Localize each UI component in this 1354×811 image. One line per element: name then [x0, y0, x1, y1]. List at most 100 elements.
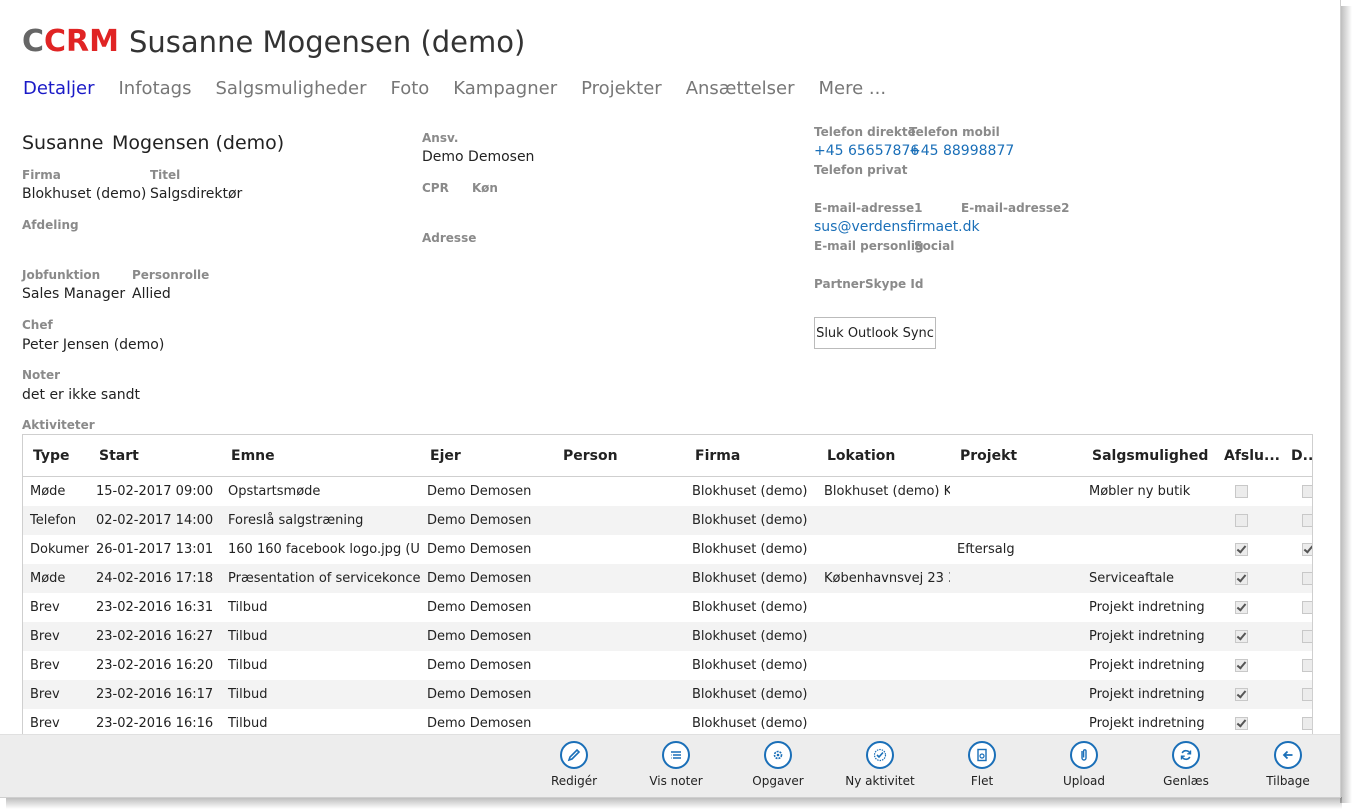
tab-detaljer[interactable]: Detaljer [23, 78, 95, 99]
genlaes-button[interactable]: Genlæs [1141, 741, 1231, 788]
afsluttet-checkbox[interactable] [1235, 572, 1248, 585]
tab-projekter[interactable]: Projekter [581, 78, 662, 99]
cell-person [553, 506, 685, 535]
jobfunktion-label: Jobfunktion [22, 268, 101, 282]
cell-salg: Møbler ny butik [1082, 476, 1214, 506]
table-row[interactable]: Brev 23-02-2016 16:17 Tilbud Demo Demosen Bl… [23, 680, 1312, 709]
tlf-direkte-link[interactable]: +45 65657876 [814, 143, 919, 159]
vis-noter-button[interactable]: Vis noter [631, 741, 721, 788]
d-checkbox[interactable] [1302, 717, 1312, 730]
col-header-projekt[interactable]: Projekt [950, 435, 1082, 477]
social-label: Social [914, 239, 955, 253]
d-checkbox[interactable] [1302, 572, 1312, 585]
table-row[interactable]: Brev 23-02-2016 16:27 Tilbud Demo Demosen Bl… [23, 622, 1312, 651]
cell-person [553, 476, 685, 506]
d-checkbox[interactable] [1302, 514, 1312, 527]
col-header-start[interactable]: Start [89, 435, 221, 477]
col-header-person[interactable]: Person [553, 435, 685, 477]
cell-d [1281, 535, 1312, 564]
tab-kampagner[interactable]: Kampagner [453, 78, 557, 99]
col-header-lokation[interactable]: Lokation [817, 435, 950, 477]
cell-firma: Blokhuset (demo) [685, 564, 817, 593]
chef-label: Chef [22, 318, 53, 332]
noter-value: det er ikke sandt [22, 387, 141, 403]
merge-document-icon [968, 741, 996, 769]
afsluttet-checkbox[interactable] [1235, 485, 1248, 498]
d-checkbox[interactable] [1302, 485, 1312, 498]
table-row[interactable]: Møde 15-02-2017 09:00 Opstartsmøde Demo Dem… [23, 476, 1312, 506]
col-header-firma[interactable]: Firma [685, 435, 817, 477]
bottom-toolbar: Redigér Vis noter Opgaver Ny aktivitet F… [0, 734, 1340, 797]
titel-label: Titel [150, 168, 181, 182]
cell-firma: Blokhuset (demo) [685, 651, 817, 680]
cell-emne: Opstartsmøde [221, 476, 420, 506]
flet-button[interactable]: Flet [937, 741, 1027, 788]
upload-button[interactable]: Upload [1039, 741, 1129, 788]
refresh-icon [1172, 741, 1200, 769]
afsluttet-checkbox[interactable] [1235, 543, 1248, 556]
tab-foto[interactable]: Foto [390, 78, 429, 99]
afsluttet-checkbox[interactable] [1235, 717, 1248, 730]
tlf-mobil-link[interactable]: +45 88998877 [909, 143, 1014, 159]
table-row[interactable]: Brev 23-02-2016 16:31 Tilbud Demo Demosen Bl… [23, 593, 1312, 622]
d-checkbox[interactable] [1302, 630, 1312, 643]
d-checkbox[interactable] [1302, 601, 1312, 614]
cell-lokation [817, 680, 950, 709]
col-header-emne[interactable]: Emne [221, 435, 420, 477]
table-row[interactable]: Brev 23-02-2016 16:20 Tilbud Demo Demosen Bl… [23, 651, 1312, 680]
tab-salgsmuligheder[interactable]: Salgsmuligheder [215, 78, 366, 99]
opgaver-button[interactable]: Opgaver [733, 741, 823, 788]
tilbage-label: Tilbage [1266, 774, 1310, 788]
cell-type: Møde [23, 476, 89, 506]
outlook-sync-button[interactable]: Sluk Outlook Sync [814, 317, 936, 349]
cell-lokation [817, 709, 950, 734]
afsluttet-checkbox[interactable] [1235, 688, 1248, 701]
table-row[interactable]: Telefon 02-02-2017 14:00 Foreslå salgstræn… [23, 506, 1312, 535]
cell-lokation [817, 622, 950, 651]
col-header-d[interactable]: D... [1281, 435, 1312, 477]
col-header-afsluttet[interactable]: Afslu... [1214, 435, 1281, 477]
col-header-ejer[interactable]: Ejer [420, 435, 553, 477]
cell-emne: Tilbud [221, 709, 420, 734]
personrolle-label: Personrolle [132, 268, 210, 282]
col-header-type[interactable]: Type [23, 435, 89, 477]
d-checkbox[interactable] [1302, 659, 1312, 672]
col-header-salgsmulighed[interactable]: Salgsmulighed [1082, 435, 1214, 477]
afsluttet-checkbox[interactable] [1235, 514, 1248, 527]
tab-mere[interactable]: Mere ... [819, 78, 887, 99]
page-title: Susanne Mogensen (demo) [129, 25, 526, 59]
cell-salg: Projekt indretning [1082, 651, 1214, 680]
d-checkbox[interactable] [1302, 688, 1312, 701]
cell-projekt [950, 476, 1082, 506]
table-row[interactable]: Møde 24-02-2016 17:18 Præsentation of serv… [23, 564, 1312, 593]
chef-value[interactable]: Peter Jensen (demo) [22, 337, 164, 353]
tab-ansaettelser[interactable]: Ansættelser [686, 78, 795, 99]
cell-afsluttet [1214, 593, 1281, 622]
afsluttet-checkbox[interactable] [1235, 630, 1248, 643]
afsluttet-checkbox[interactable] [1235, 601, 1248, 614]
cell-start: 23-02-2016 16:17 [89, 680, 221, 709]
ansv-value[interactable]: Demo Demosen [422, 149, 534, 165]
d-checkbox[interactable] [1302, 543, 1312, 556]
cell-projekt: Eftersalg [950, 535, 1082, 564]
tlf-mobil-label: Telefon mobil [909, 125, 1000, 139]
app-window: CCRM Susanne Mogensen (demo) Detaljer In… [0, 0, 1341, 798]
tlf-direkte-label: Telefon direkte [814, 125, 916, 139]
cell-type: Telefon [23, 506, 89, 535]
cell-salg: Projekt indretning [1082, 680, 1214, 709]
table-header-row: Type Start Emne Ejer Person Firma Lokati… [23, 435, 1312, 477]
rediger-button[interactable]: Redigér [529, 741, 619, 788]
email1-link[interactable]: sus@verdensfirmaet.dk [814, 219, 980, 235]
cell-salg: Serviceaftale [1082, 564, 1214, 593]
cell-type: Brev [23, 651, 89, 680]
cell-salg [1082, 506, 1214, 535]
ny-aktivitet-button[interactable]: Ny aktivitet [835, 741, 925, 788]
table-row[interactable]: Brev 23-02-2016 16:16 Tilbud Demo Demosen Bl… [23, 709, 1312, 734]
activities-table: Type Start Emne Ejer Person Firma Lokati… [23, 435, 1312, 734]
table-row[interactable]: Dokument26-01-2017 13:01160 160 facebook… [23, 535, 1312, 564]
tab-infotags[interactable]: Infotags [119, 78, 192, 99]
cell-projekt [950, 593, 1082, 622]
cell-lokation [817, 506, 950, 535]
afsluttet-checkbox[interactable] [1235, 659, 1248, 672]
tilbage-button[interactable]: Tilbage [1243, 741, 1333, 788]
